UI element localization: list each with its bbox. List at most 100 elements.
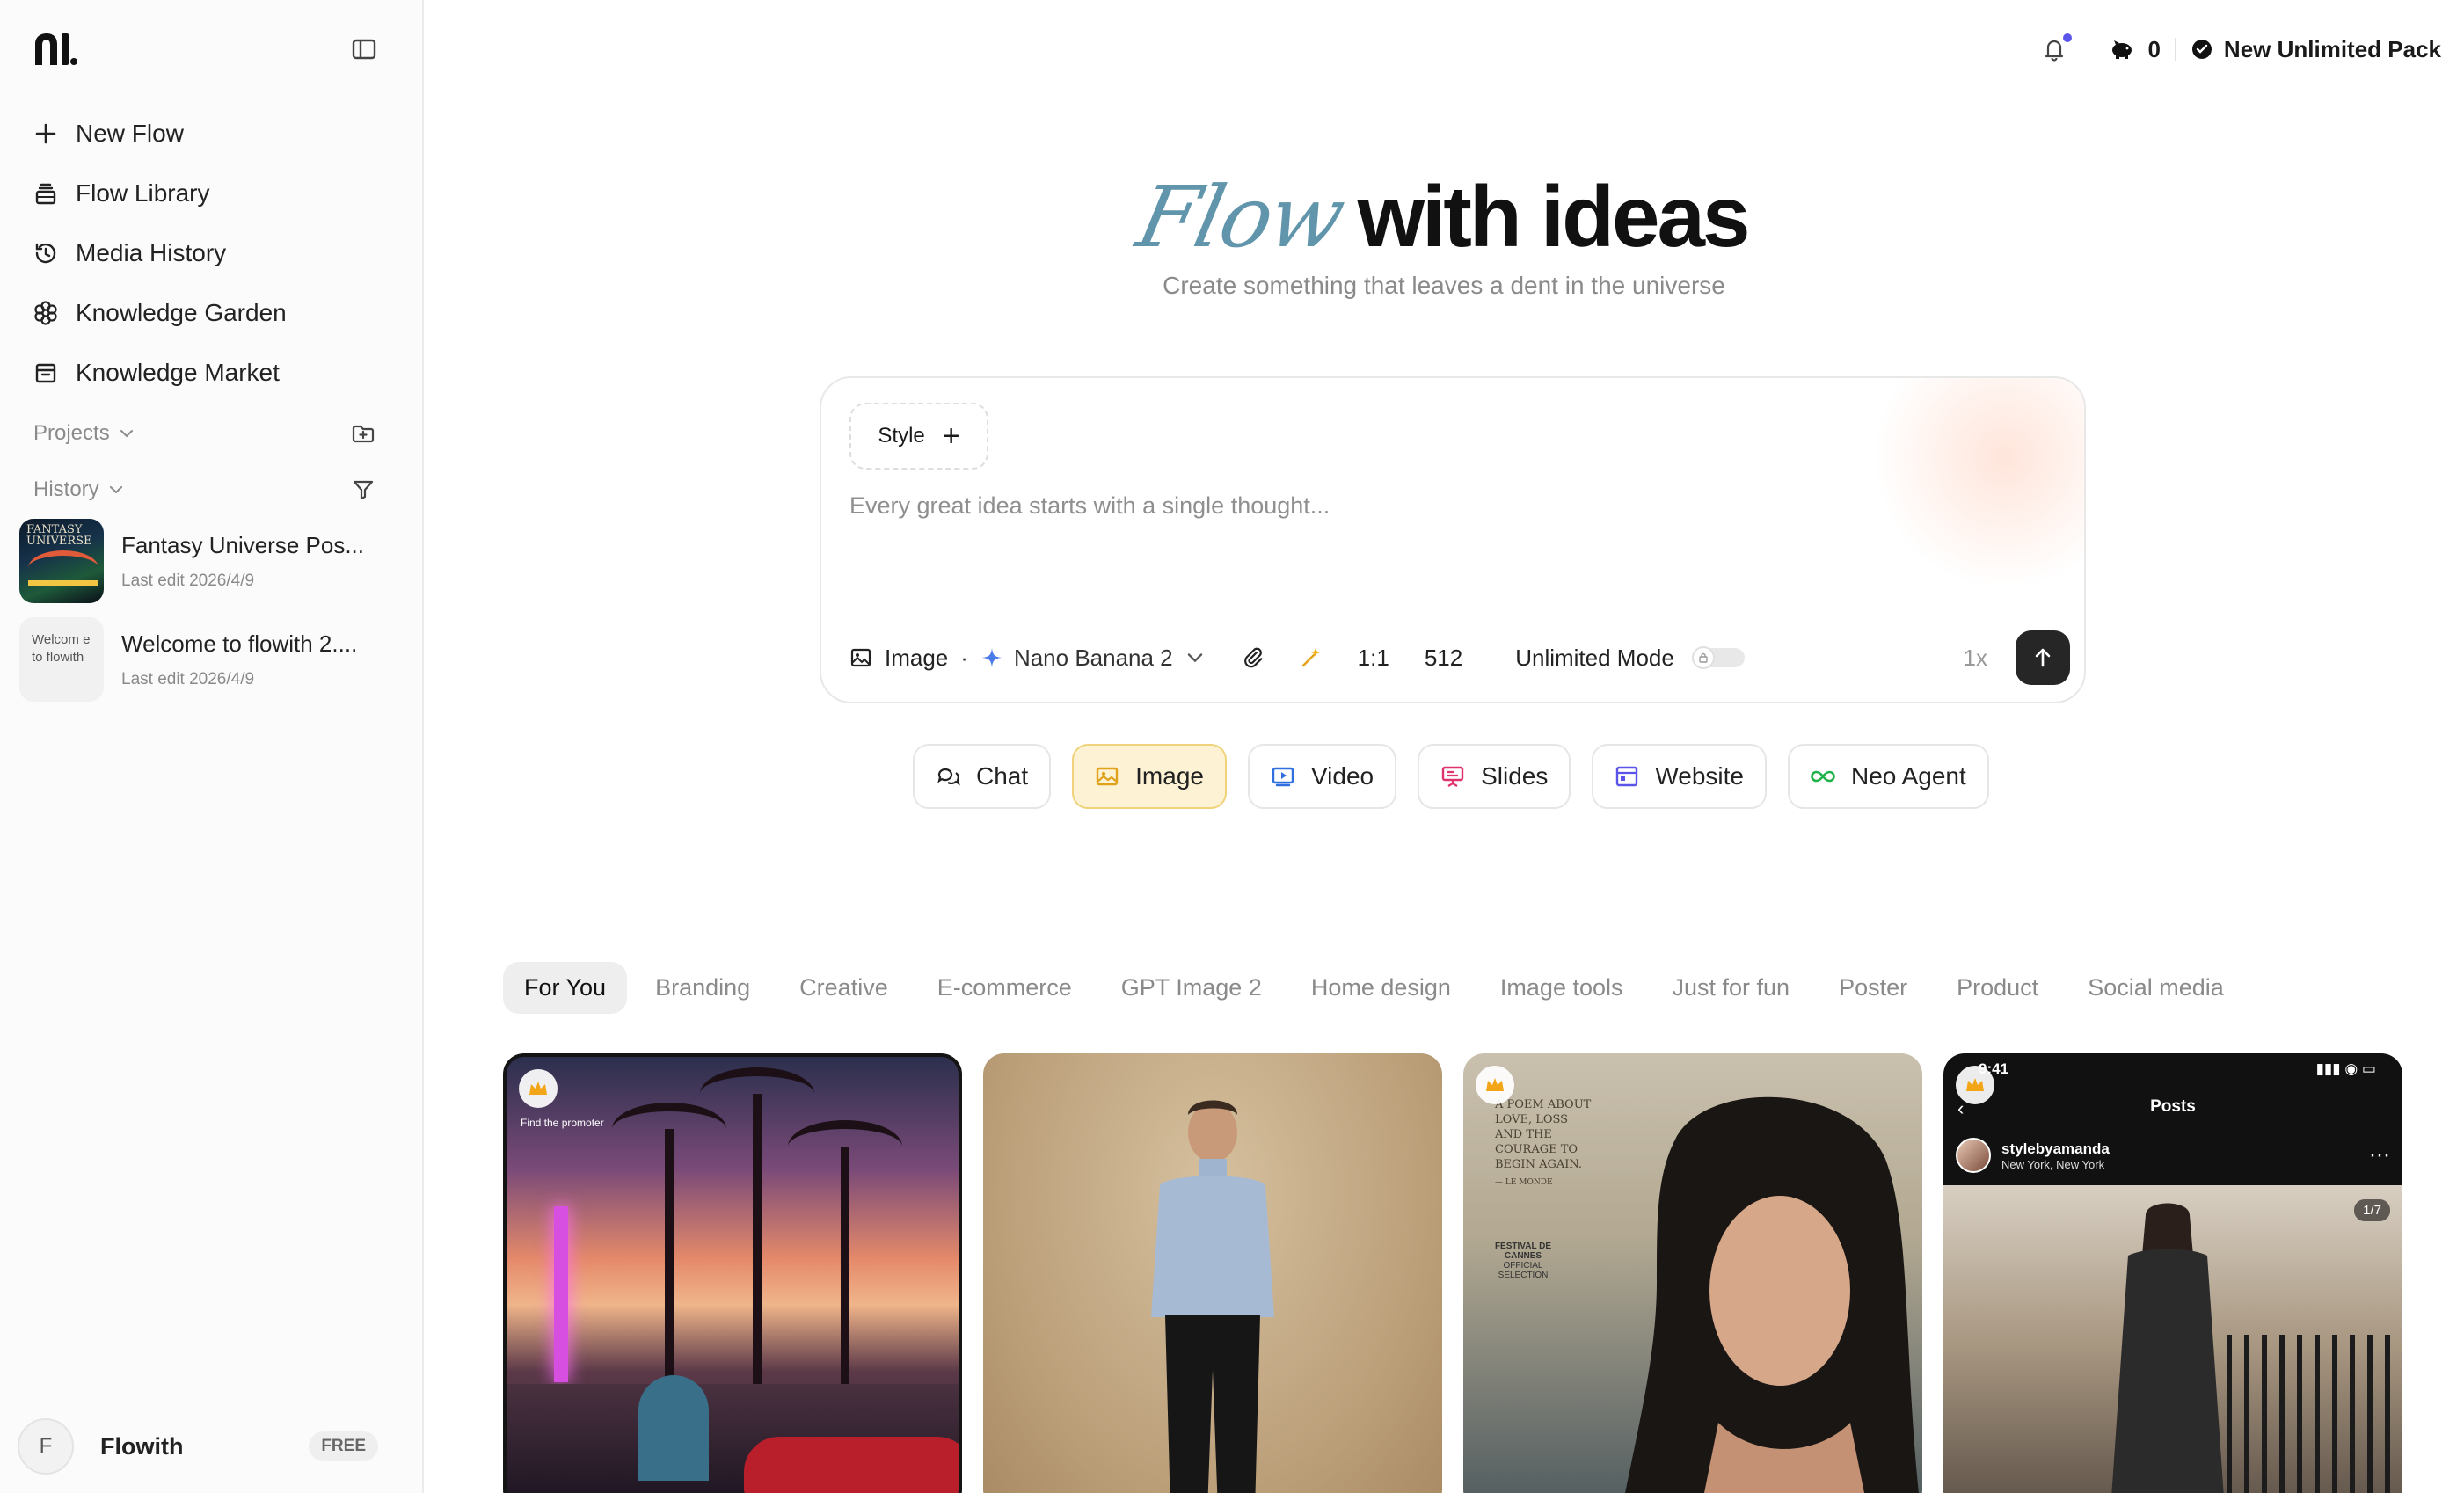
- model-name: Nano Banana 2: [1013, 644, 1173, 671]
- history-subtitle: Last edit 2026/4/9: [121, 669, 255, 688]
- hero-subtitle: Create something that leaves a dent in t…: [1163, 272, 1725, 299]
- composer-glow: [1873, 378, 2084, 589]
- notifications-button[interactable]: [2040, 33, 2073, 63]
- plus-icon: [35, 123, 56, 144]
- tab-gpt-image-2[interactable]: GPT Image 2: [1100, 962, 1283, 1014]
- plus-icon: +: [942, 419, 960, 453]
- portrait-shape: [1625, 1096, 1919, 1493]
- unlimited-pack-button[interactable]: New Unlimited Pack: [2191, 36, 2441, 63]
- send-button[interactable]: [2016, 630, 2070, 685]
- mode-website-button[interactable]: Website: [1592, 744, 1767, 809]
- tab-home-design[interactable]: Home design: [1290, 962, 1472, 1014]
- gallery-card[interactable]: 9:41 ▮▮▮ ◉ ▭ ‹ Posts stylebyamanda New Y…: [1943, 1053, 2402, 1493]
- divider: [2174, 38, 2176, 61]
- projects-section-header: Projects: [33, 420, 376, 447]
- history-icon: [35, 243, 56, 264]
- history-title: Welcome to flowith 2....: [121, 630, 358, 657]
- history-label: History: [33, 477, 99, 501]
- sidebar-toggle-icon[interactable]: [350, 35, 378, 63]
- tab-branding[interactable]: Branding: [634, 962, 771, 1014]
- history-section-header: History: [33, 477, 376, 503]
- tab-poster[interactable]: Poster: [1818, 962, 1928, 1014]
- library-icon: [35, 183, 56, 205]
- tab-product[interactable]: Product: [1935, 962, 2059, 1014]
- premium-crown-icon: [519, 1069, 558, 1108]
- hero-script-word: Flow: [1129, 168, 1352, 266]
- tab-e-commerce[interactable]: E-commerce: [916, 962, 1093, 1014]
- badge-icon: [2191, 40, 2212, 59]
- prompt-composer: Style + Image · Nano Banana 2 1:1 512 Un…: [820, 376, 2086, 703]
- mode-neo-agent-button[interactable]: Neo Agent: [1788, 744, 1989, 809]
- inspiration-gallery: Find the promoter A POEM ABOUT LOVE, LOS…: [503, 1053, 2424, 1493]
- projects-label: Projects: [33, 421, 110, 445]
- output-count-button[interactable]: 1x: [1964, 645, 1987, 672]
- tab-for-you[interactable]: For You: [503, 962, 628, 1014]
- gallery-card[interactable]: Find the promoter: [503, 1053, 962, 1493]
- plan-badge: FREE: [309, 1431, 378, 1461]
- tab-just-for-fun[interactable]: Just for fun: [1651, 962, 1812, 1014]
- history-item[interactable]: FANTASY UNIVERSE Fantasy Universe Pos...…: [19, 519, 371, 603]
- history-item[interactable]: Welcom e to flowith Welcome to flowith 2…: [19, 617, 371, 702]
- mode-label: Slides: [1481, 762, 1549, 790]
- filter-icon[interactable]: [350, 477, 376, 503]
- nav-media-history[interactable]: Media History: [32, 223, 287, 283]
- website-icon: [1616, 766, 1638, 787]
- mode-label: Neo Agent: [1851, 762, 1966, 790]
- history-thumbnail: FANTASY UNIVERSE: [19, 519, 104, 603]
- fence-shape: [2227, 1335, 2402, 1493]
- rainbow-shape: [28, 550, 98, 586]
- magic-wand-icon: [1301, 648, 1320, 667]
- nav-knowledge-garden[interactable]: Knowledge Garden: [32, 283, 287, 343]
- flowith-logo-icon[interactable]: [32, 32, 77, 67]
- gallery-card[interactable]: A POEM ABOUT LOVE, LOSS AND THE COURAGE …: [1463, 1053, 1922, 1493]
- sidebar: New Flow Flow Library Media History Know…: [0, 0, 424, 1493]
- unlimited-mode-toggle[interactable]: [1691, 646, 1745, 669]
- credits-button[interactable]: 0: [2109, 36, 2161, 63]
- model-selector[interactable]: Nano Banana 2: [980, 645, 1206, 672]
- mode-slides-button[interactable]: Slides: [1418, 744, 1571, 809]
- user-profile[interactable]: F Flowith FREE: [18, 1417, 378, 1475]
- projects-toggle[interactable]: Projects: [33, 421, 136, 446]
- mode-label: Image: [885, 644, 949, 671]
- tab-social-media[interactable]: Social media: [2067, 962, 2245, 1014]
- nav-new-flow[interactable]: New Flow: [32, 104, 287, 164]
- history-subtitle: Last edit 2026/4/9: [121, 571, 255, 590]
- resolution-button[interactable]: 512: [1425, 645, 1462, 672]
- mode-image-button[interactable]: Image: [1072, 744, 1227, 809]
- tab-creative[interactable]: Creative: [778, 962, 909, 1014]
- image-icon: [850, 648, 871, 667]
- nav-flow-library[interactable]: Flow Library: [32, 164, 287, 223]
- mode-chat-button[interactable]: Chat: [913, 744, 1052, 809]
- palm-tree-shape: [788, 1120, 902, 1393]
- phone-status-bar: 9:41 ▮▮▮ ◉ ▭: [1979, 1060, 2376, 1078]
- paperclip-icon: [1243, 647, 1263, 668]
- history-toggle[interactable]: History: [33, 477, 126, 502]
- attach-button[interactable]: [1242, 646, 1265, 669]
- nav-knowledge-market[interactable]: Knowledge Market: [32, 343, 287, 403]
- mode-label: Chat: [976, 762, 1029, 790]
- nav-label: Knowledge Market: [76, 359, 280, 386]
- enhance-button[interactable]: [1300, 646, 1323, 669]
- hero-title: Flow with ideas: [1130, 167, 1751, 266]
- thumbnail-text: FANTASY UNIVERSE: [26, 523, 92, 548]
- model-figure-shape: [1151, 1100, 1274, 1493]
- new-project-folder-icon[interactable]: [350, 420, 376, 447]
- video-icon: [1272, 767, 1294, 787]
- card-caption: Find the promoter: [521, 1117, 604, 1129]
- mode-selector[interactable]: Image: [849, 645, 948, 672]
- hero: Flow with ideas Create something that le…: [424, 167, 2464, 300]
- style-button[interactable]: Style +: [849, 403, 988, 470]
- infinity-icon: [1811, 770, 1835, 783]
- mode-label: Video: [1310, 762, 1374, 790]
- mode-label: Website: [1655, 762, 1744, 790]
- tab-image-tools[interactable]: Image tools: [1479, 962, 1644, 1014]
- lock-icon: [1699, 652, 1708, 663]
- aspect-ratio-button[interactable]: 1:1: [1358, 645, 1389, 672]
- store-icon: [35, 363, 56, 383]
- mode-video-button[interactable]: Video: [1247, 744, 1397, 809]
- gallery-card[interactable]: [983, 1053, 1442, 1493]
- more-icon: ···: [2369, 1143, 2390, 1167]
- prompt-input[interactable]: [849, 492, 2028, 520]
- image-icon: [1096, 767, 1119, 786]
- notification-dot: [2063, 33, 2073, 42]
